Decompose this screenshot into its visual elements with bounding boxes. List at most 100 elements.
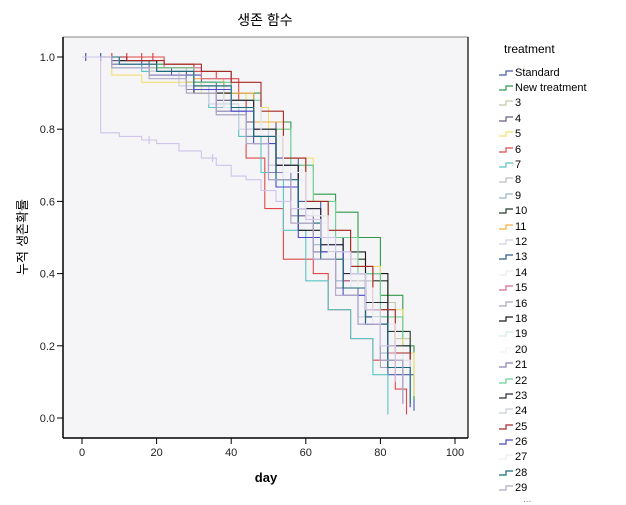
step-line-icon [499, 270, 513, 276]
legend-item: 12 [498, 234, 587, 249]
legend-item: 22 [498, 373, 587, 388]
step-line-icon [499, 362, 513, 368]
legend-label: 3 [515, 97, 522, 110]
x-tick-label: 0 [79, 447, 85, 459]
legend-item: 29 [498, 481, 587, 496]
step-line-icon [499, 424, 513, 430]
y-tick-label: 0.6 [40, 196, 55, 208]
step-line-icon [499, 223, 513, 230]
legend-item: 24 [498, 404, 587, 419]
legend-item: 6 [498, 142, 587, 157]
legend-item: 20 [498, 342, 587, 357]
x-tick-label: 20 [150, 447, 162, 459]
legend-item: 23 [498, 388, 587, 403]
step-line-icon [499, 347, 513, 353]
legend-label: 23 [515, 389, 528, 402]
legend-label: 7 [515, 159, 522, 172]
legend-label: 11 [515, 220, 527, 233]
legend-item: 5 [498, 127, 587, 142]
legend-label: 26 [515, 436, 528, 449]
legend-item: 25 [498, 419, 587, 434]
legend-label: 10 [515, 205, 528, 218]
y-tick-label: 1.0 [40, 52, 55, 64]
step-line-icon [499, 254, 513, 260]
legend-label: 6 [515, 143, 522, 156]
legend-label: 28 [515, 466, 528, 479]
legend-label: 27 [515, 451, 528, 464]
step-line-icon [499, 208, 513, 214]
legend-label: 21 [515, 359, 528, 372]
legend-label: 12 [515, 235, 528, 248]
legend-label: 4 [515, 112, 522, 125]
legend: treatment Standard New treatment 3 4 5 6 7 8 9 10… [498, 42, 587, 504]
legend-label: 25 [515, 420, 528, 433]
legend-label: 19 [515, 328, 528, 341]
step-line-icon [499, 285, 513, 291]
legend-label: 14 [515, 266, 528, 279]
legend-item: 18 [498, 311, 587, 326]
legend-item: Standard [498, 65, 587, 80]
legend-label: 20 [515, 343, 528, 356]
step-line-icon [499, 316, 513, 322]
y-tick-label: 0.2 [40, 341, 55, 353]
x-axis-label: day [255, 470, 278, 485]
legend-label: 16 [515, 297, 528, 310]
legend-item: 8 [498, 173, 587, 188]
legend-title: treatment [504, 42, 555, 56]
step-line-icon [499, 100, 513, 107]
x-tick-label: 60 [300, 447, 312, 459]
step-line-icon [499, 454, 513, 461]
legend-label: 9 [515, 189, 522, 202]
x-tick-label: 40 [225, 447, 237, 459]
legend-label: Standard [515, 66, 560, 79]
step-line-icon [499, 408, 513, 414]
y-tick-label: 0.8 [40, 124, 55, 136]
step-line-icon [499, 393, 513, 399]
y-tick-label: 0.0 [40, 413, 55, 425]
legend-item: 28 [498, 465, 587, 480]
step-line-icon [499, 377, 513, 384]
step-line-icon [499, 439, 513, 445]
legend-label: 22 [515, 374, 528, 387]
step-line-icon [499, 162, 513, 168]
step-line-icon [499, 470, 513, 476]
legend-item: 26 [498, 434, 587, 449]
step-line-icon [499, 85, 513, 91]
step-line-icon [499, 177, 513, 184]
legend-label: 29 [515, 482, 528, 495]
legend-label: 24 [515, 405, 528, 418]
step-line-icon [499, 300, 513, 307]
step-line-icon [499, 70, 513, 76]
legend-item: 13 [498, 250, 587, 265]
legend-label: 18 [515, 312, 528, 325]
legend-item: 4 [498, 111, 587, 126]
legend-item: New treatment [498, 80, 587, 95]
legend-item: 3 [498, 96, 587, 111]
legend-item: 16 [498, 296, 587, 311]
legend-item: 7 [498, 157, 587, 172]
legend-label: 13 [515, 251, 528, 264]
plot-area [63, 37, 468, 438]
legend-item: 15 [498, 280, 587, 295]
legend-item: 10 [498, 204, 587, 219]
step-line-icon [499, 239, 513, 245]
x-tick-label: 80 [374, 447, 386, 459]
step-line-icon [499, 147, 513, 153]
step-line-icon [499, 485, 513, 491]
legend-item: 19 [498, 327, 587, 342]
legend-item: 11 [498, 219, 587, 234]
y-tick-label: 0.4 [40, 269, 55, 281]
legend-item: 27 [498, 450, 587, 465]
step-line-icon [499, 331, 513, 337]
legend-label: New treatment [515, 82, 587, 95]
legend-item: 9 [498, 188, 587, 203]
legend-item: 14 [498, 265, 587, 280]
y-axis-label: 누적 생존확률 [16, 199, 31, 275]
x-tick-label: 100 [446, 447, 464, 459]
step-line-icon [499, 116, 513, 122]
legend-more-indicator: ... [523, 493, 532, 505]
step-line-icon [499, 193, 513, 199]
legend-item: 21 [498, 357, 587, 372]
legend-label: 15 [515, 282, 528, 295]
legend-label: 8 [515, 174, 522, 187]
